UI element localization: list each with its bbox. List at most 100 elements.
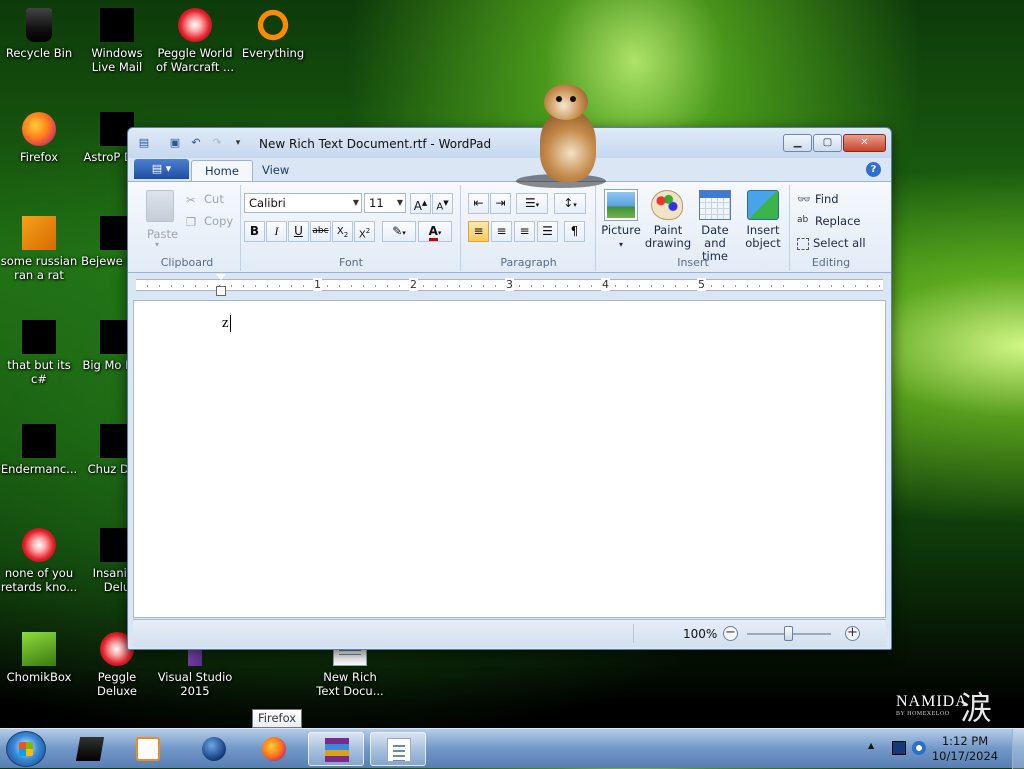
- desktop-icon-chomikbox[interactable]: ChomikBox: [0, 632, 78, 684]
- right-indent-marker[interactable]: [792, 282, 802, 289]
- desktop-icon-firefox[interactable]: Firefox: [0, 112, 78, 164]
- font-size-select[interactable]: 11 ▼: [364, 193, 406, 213]
- paste-icon[interactable]: [146, 190, 174, 222]
- insert-object-icon[interactable]: [747, 190, 779, 220]
- maximize-button[interactable]: ▢: [813, 134, 842, 152]
- select-all-button[interactable]: Select all: [797, 236, 866, 250]
- desktop-icon-peggle-wow[interactable]: Peggle World of Warcraft ...: [156, 8, 234, 74]
- paragraph-settings-button[interactable]: ¶: [564, 221, 585, 242]
- decrease-indent-button[interactable]: ⇤: [468, 193, 489, 214]
- application-menu-button[interactable]: ▤ ▾: [134, 159, 189, 179]
- cut-button[interactable]: ✂ Cut: [186, 192, 224, 207]
- taskbar: ▲ 1:12 PM 10/17/2024: [0, 728, 1024, 769]
- save-icon[interactable]: ▣: [167, 135, 183, 151]
- desktop-icon-some-russian[interactable]: some russian ran a rat: [0, 216, 78, 282]
- copy-icon: ❐: [186, 214, 197, 229]
- wordpad-app-icon[interactable]: ▤: [136, 135, 152, 151]
- show-hidden-icons-button[interactable]: ▲: [868, 741, 882, 755]
- redo-icon[interactable]: ↷: [209, 135, 225, 151]
- document-editor[interactable]: z: [133, 300, 886, 618]
- minimize-button[interactable]: ▁: [783, 134, 812, 152]
- taskbar-item-firefox[interactable]: [246, 732, 302, 766]
- zoom-in-button[interactable]: +: [845, 626, 860, 641]
- show-desktop-button[interactable]: [1012, 729, 1024, 769]
- ruler-mark: 2: [409, 278, 418, 291]
- first-line-indent-marker[interactable]: [216, 274, 226, 280]
- align-center-button[interactable]: ≡: [491, 221, 512, 242]
- chomikbox-icon: [22, 632, 56, 666]
- close-button[interactable]: ✕: [843, 134, 886, 152]
- left-indent-marker[interactable]: [216, 286, 226, 296]
- paint-drawing-button[interactable]: Paint drawing: [641, 224, 695, 250]
- zoom-slider-thumb[interactable]: [784, 626, 793, 641]
- taskbar-item-media[interactable]: [62, 732, 118, 766]
- paint-palette-icon[interactable]: [651, 190, 683, 220]
- align-right-button[interactable]: ≡: [514, 221, 535, 242]
- desktop-icon-recycle-bin[interactable]: Recycle Bin: [0, 8, 78, 60]
- bullets-button[interactable]: ☰▾: [516, 193, 548, 214]
- taskbar-item-winrar[interactable]: [308, 732, 364, 766]
- picture-icon[interactable]: [604, 189, 638, 221]
- chevron-down-icon: ▼: [352, 198, 359, 207]
- start-button[interactable]: [6, 731, 46, 767]
- desktop-icon-windows-live-mail[interactable]: Windows Live Mail: [78, 8, 156, 74]
- paste-dropdown-icon[interactable]: ▾: [155, 240, 159, 249]
- network-icon[interactable]: [912, 741, 926, 755]
- highlight-color-button[interactable]: ✎▾: [382, 221, 416, 242]
- line-spacing-button[interactable]: ↕▾: [554, 193, 586, 214]
- window-title: New Rich Text Document.rtf - WordPad: [259, 137, 492, 151]
- bold-button[interactable]: B: [244, 221, 265, 242]
- calendar-icon[interactable]: [699, 190, 731, 220]
- wordpad-window: ▤ ▣ ↶ ↷ ▾ New Rich Text Document.rtf - W…: [127, 127, 892, 650]
- insert-group: Picture ▾ Paint drawing Date and time Inser…: [597, 185, 790, 271]
- ruler-mark: 4: [601, 278, 610, 291]
- grow-font-button[interactable]: A▲: [410, 193, 431, 214]
- taskbar-item-wordpad[interactable]: [370, 732, 426, 766]
- text-caret: [229, 315, 231, 333]
- taskbar-item-globe[interactable]: [186, 732, 242, 766]
- display-icon[interactable]: [892, 741, 906, 755]
- paste-button[interactable]: Paste: [147, 227, 178, 241]
- underline-button[interactable]: U: [288, 221, 309, 242]
- media-icon: [75, 737, 105, 761]
- tab-home[interactable]: Home: [191, 160, 253, 181]
- align-left-button[interactable]: ≡: [468, 221, 489, 242]
- ruler[interactable]: 1 2 3 4 5: [132, 274, 887, 296]
- text-color-button[interactable]: A▾: [418, 221, 452, 242]
- picture-button[interactable]: Picture ▾: [597, 224, 645, 251]
- scissors-icon: ✂: [186, 192, 196, 207]
- winrar-icon: [325, 738, 349, 762]
- find-button[interactable]: 👓 Find: [797, 192, 839, 207]
- desktop-icon-everything[interactable]: Everything: [234, 8, 312, 60]
- zoom-out-button[interactable]: −: [723, 626, 738, 641]
- subscript-button[interactable]: X2: [332, 221, 353, 242]
- taskbar-item-player[interactable]: [120, 732, 176, 766]
- superscript-button[interactable]: X2: [354, 221, 375, 242]
- insert-object-button[interactable]: Insert object: [741, 224, 785, 250]
- binoculars-icon: 👓: [797, 192, 811, 206]
- shortcut-icon: [22, 528, 56, 562]
- desktop-icon-that-but-csharp[interactable]: that but its c#: [0, 320, 78, 386]
- window-controls: ▁ ▢ ✕: [783, 134, 886, 152]
- increase-indent-button[interactable]: ⇥: [490, 193, 511, 214]
- justify-button[interactable]: ☰: [537, 221, 558, 242]
- shrink-font-button[interactable]: A▼: [432, 193, 453, 214]
- title-bar[interactable]: ▤ ▣ ↶ ↷ ▾ New Rich Text Document.rtf - W…: [128, 128, 891, 158]
- replace-button[interactable]: ab Replace: [797, 214, 861, 229]
- clock-time: 1:12 PM: [941, 734, 989, 748]
- undo-icon[interactable]: ↶: [188, 135, 204, 151]
- font-family-select[interactable]: Calibri ▼: [244, 193, 362, 213]
- help-icon[interactable]: ?: [866, 162, 881, 177]
- taskbar-clock[interactable]: 1:12 PM 10/17/2024: [928, 734, 1002, 764]
- copy-button[interactable]: ❐ Copy: [186, 214, 233, 229]
- desktop-icon-endermanc[interactable]: Endermanc...: [0, 424, 78, 476]
- strikethrough-button[interactable]: abc: [310, 221, 331, 242]
- tab-view[interactable]: View: [249, 160, 302, 181]
- desktop-icon-none-of-you[interactable]: none of you retards kno...: [0, 528, 78, 594]
- clipboard-group: Paste ▾ ✂ Cut ❐ Copy Clipboard: [134, 185, 241, 271]
- hamster-desktop-pet[interactable]: [516, 84, 606, 188]
- ruler-mark: 5: [697, 278, 706, 291]
- firefox-icon: [262, 737, 286, 761]
- customize-dropdown-icon[interactable]: ▾: [230, 135, 246, 151]
- italic-button[interactable]: I: [266, 221, 287, 242]
